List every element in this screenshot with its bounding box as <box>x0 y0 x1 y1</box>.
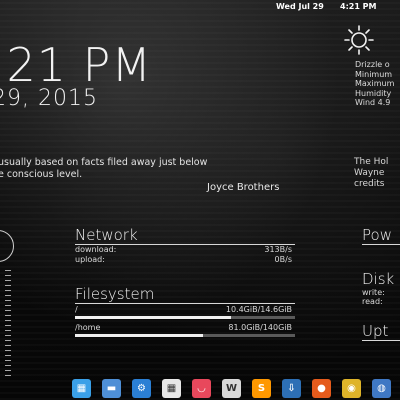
chrome-icon[interactable]: ◉ <box>342 379 361 398</box>
weather-minimum: Minimum <box>355 69 393 79</box>
download-value: 313B/s <box>264 245 292 254</box>
uptime-title: Upt <box>362 322 389 340</box>
side-quote-line: Wayne <box>354 168 385 178</box>
mount-root-bar-fill <box>75 316 232 319</box>
download-icon[interactable]: ⇩ <box>282 379 301 398</box>
weather-details: Drizzle o Minimum Maximum Humidity Wind … <box>355 60 394 108</box>
disk-title: Disk <box>362 270 395 288</box>
power-rule <box>362 244 400 245</box>
weather-wind: Wind 4.9 <box>355 98 391 107</box>
mount-home-bar <box>75 334 295 337</box>
apps-grid-icon[interactable]: ▦ <box>162 379 181 398</box>
workspace-icon[interactable]: ▦ <box>72 379 91 398</box>
ring-dots-decoration <box>5 270 11 380</box>
mount-root-path: / <box>75 305 78 314</box>
quote-author: Joyce Brothers <box>207 182 280 193</box>
disk-read-label: read: <box>362 297 383 306</box>
download-label: download: <box>75 245 117 254</box>
sun-icon <box>344 25 374 55</box>
mount-home-path: /home <box>75 323 101 332</box>
side-quote-line: The Hol <box>354 157 389 167</box>
weather-condition: Drizzle o <box>355 60 390 69</box>
sublime-text-icon[interactable]: S <box>252 379 271 398</box>
disk-write-label: write: <box>362 288 385 297</box>
quote-line: e conscious level. <box>0 169 83 180</box>
dock: ▦ ▬ ⚙ ▦ ◡ W S ⇩ ● ◉ ◍ <box>68 377 400 400</box>
weather-humidity: Humidity <box>355 88 392 98</box>
clock-date: 29, 2015 <box>0 86 98 111</box>
browser-icon[interactable]: ◍ <box>372 379 391 398</box>
firefox-icon[interactable]: ● <box>312 379 331 398</box>
quote-line: usually based on facts filed away just b… <box>0 157 208 168</box>
panel-clock[interactable]: 4:21 PM <box>340 2 377 11</box>
pocket-icon[interactable]: ◡ <box>192 379 211 398</box>
network-title: Network <box>75 226 138 244</box>
upload-value: 0B/s <box>274 255 292 264</box>
mount-home-bar-fill <box>75 334 203 337</box>
power-title: Pow <box>362 226 392 244</box>
mount-root-bar <box>75 316 295 319</box>
filesystem-rule <box>75 303 295 304</box>
upload-label: upload: <box>75 255 105 264</box>
side-quote-line: credits <box>354 179 385 189</box>
settings-gear-icon[interactable]: ⚙ <box>132 379 151 398</box>
top-panel: Wed Jul 29 4:21 PM <box>0 0 400 12</box>
mount-root-usage: 10.4GiB/14.6GiB <box>225 305 292 314</box>
clock-time: :21 PM <box>0 38 153 92</box>
mount-home-usage: 81.0GiB/140GiB <box>228 323 292 332</box>
quote-text: usually based on facts filed away just b… <box>0 157 207 181</box>
folder-icon[interactable]: ▬ <box>102 379 121 398</box>
filesystem-title: Filesystem <box>75 285 155 303</box>
side-quote: The Hol Wayne credits <box>354 157 388 190</box>
panel-date[interactable]: Wed Jul 29 <box>276 2 324 11</box>
writer-icon[interactable]: W <box>222 379 241 398</box>
uptime-rule <box>362 340 400 341</box>
weather-maximum: Maximum <box>355 79 395 88</box>
